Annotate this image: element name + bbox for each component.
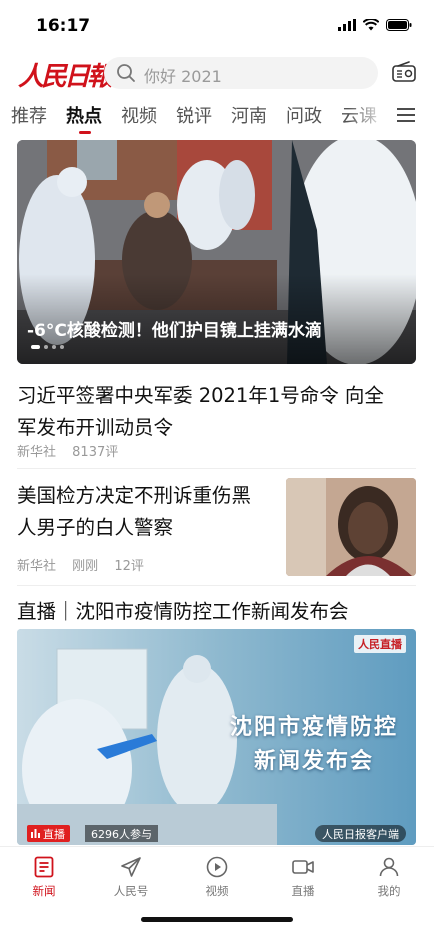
nav-live[interactable]: 直播 — [273, 855, 333, 899]
person-icon — [379, 857, 399, 877]
news-comments: 8137评 — [72, 445, 119, 460]
status-icons — [338, 19, 412, 31]
live-brand-logo: 人民直播 — [354, 635, 406, 653]
signal-icon — [338, 19, 356, 31]
news-title[interactable]: 美国检方决定不刑诉重伤黑 人男子的白人警察 — [17, 480, 251, 544]
live-title[interactable]: 直播｜沈阳市疫情防控工作新闻发布会 — [17, 596, 349, 628]
tab-video[interactable]: 视频 — [121, 102, 157, 128]
carousel-dot — [44, 345, 48, 349]
news-comments: 12评 — [114, 559, 144, 574]
carousel-dots — [31, 345, 64, 349]
tab-hot[interactable]: 热点 — [66, 102, 102, 128]
news-meta: 新华社 8137评 — [17, 441, 130, 460]
nav-renminhao[interactable]: 人民号 — [101, 855, 161, 899]
status-bar: 16:17 — [0, 0, 434, 50]
news-meta: 新华社 刚刚 12评 — [17, 555, 156, 574]
news-title[interactable]: 习近平签署中央军委 2021年1号命令 向全 军发布开训动员令 — [17, 380, 384, 444]
radio-icon[interactable] — [392, 61, 416, 83]
hero-carousel[interactable]: -6°C核酸检测！他们护目镜上挂满水滴 — [17, 140, 416, 364]
active-tab-indicator — [79, 131, 91, 134]
news-source: 新华社 — [17, 445, 57, 460]
search-bar[interactable]: 你好 2021 — [104, 57, 378, 89]
carousel-dot — [52, 345, 56, 349]
status-time: 16:17 — [36, 16, 91, 36]
divider — [17, 585, 416, 586]
news-source: 新华社 — [17, 559, 57, 574]
battery-icon — [386, 19, 412, 31]
nav-profile[interactable]: 我的 — [359, 855, 419, 899]
nav-video[interactable]: 视频 — [187, 855, 247, 899]
live-bars-icon — [31, 829, 40, 838]
search-icon — [117, 64, 135, 82]
search-placeholder: 你好 2021 — [144, 67, 222, 86]
divider — [17, 468, 416, 469]
nav-news[interactable]: 新闻 — [14, 855, 74, 899]
wifi-icon — [363, 19, 379, 31]
tab-henan[interactable]: 河南 — [231, 102, 267, 128]
live-card[interactable]: 人民直播 沈阳市疫情防控 新闻发布会 直播 6296人参与 人民日报客户端 — [17, 629, 416, 845]
news-icon — [34, 856, 54, 878]
news-thumbnail[interactable] — [286, 478, 416, 576]
paper-plane-icon — [121, 857, 141, 877]
news-time: 刚刚 — [72, 559, 99, 574]
video-camera-icon — [292, 860, 314, 874]
menu-icon[interactable] — [396, 107, 416, 123]
tab-commentary[interactable]: 锐评 — [176, 102, 212, 128]
channel-tabs: 推荐 热点 视频 锐评 河南 问政 云课 — [0, 98, 434, 136]
hero-caption: -6°C核酸检测！他们护目镜上挂满水滴 — [27, 321, 322, 341]
live-source: 人民日报客户端 — [315, 825, 406, 842]
carousel-dot — [31, 345, 40, 349]
live-participants: 6296人参与 — [85, 825, 158, 842]
live-headline: 沈阳市疫情防控 新闻发布会 — [229, 715, 398, 774]
tab-recommend[interactable]: 推荐 — [11, 102, 47, 128]
carousel-dot — [60, 345, 64, 349]
home-indicator — [141, 917, 293, 922]
app-logo[interactable]: 人民日報 — [18, 56, 113, 93]
play-icon — [206, 856, 228, 878]
header: 人民日報 你好 2021 — [0, 54, 434, 94]
tab-wenzheng[interactable]: 问政 — [286, 102, 322, 128]
live-badge: 直播 — [27, 825, 70, 842]
